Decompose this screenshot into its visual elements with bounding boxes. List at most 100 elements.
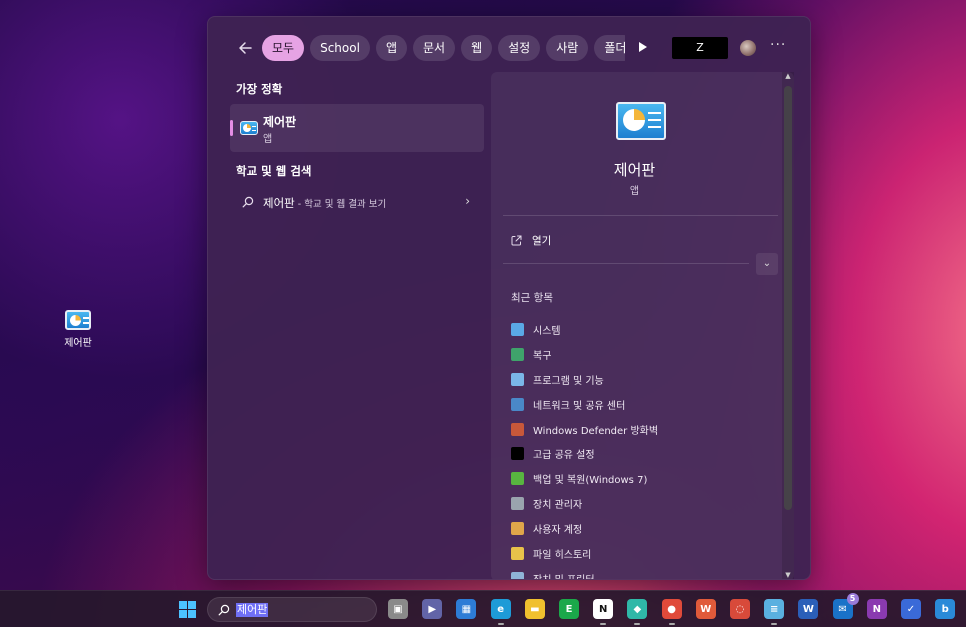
scrollbar[interactable]: ▲ ▼: [782, 72, 794, 579]
backup-icon: [511, 472, 524, 486]
printer-icon: [511, 571, 524, 579]
avatar[interactable]: [740, 40, 756, 56]
windows-start-icon[interactable]: [179, 601, 196, 618]
recovery-icon: [511, 347, 524, 361]
filter-chip-apps[interactable]: 앱: [375, 35, 407, 61]
scrollbar-thumb[interactable]: [784, 86, 792, 510]
taskbar-evernote-icon[interactable]: E: [559, 599, 579, 619]
open-external-icon: [511, 235, 522, 245]
search-icon: [218, 604, 230, 616]
taskbar-microsoft-store-icon[interactable]: ▦: [456, 599, 477, 619]
taskbar: 제어판 ▣ ▶ ▦ e ▬ E N ◆ ● W ◌ ≡ W ✉ 5 N ✓ b: [0, 590, 966, 627]
taskbar-wave-icon[interactable]: W: [695, 599, 716, 619]
taskbar-word-icon[interactable]: W: [798, 599, 819, 619]
control-panel-icon: [240, 121, 258, 135]
recent-item-label: 장치 및 프린터: [533, 571, 595, 579]
running-indicator: [634, 623, 641, 625]
search-panel: 모두 School 앱 문서 웹 설정 사람 폴더 사진 Z ··· 가장 정확…: [207, 16, 811, 580]
advanced-sharing-icon: [511, 447, 524, 461]
recent-item-device-manager[interactable]: 장치 관리자: [511, 491, 771, 516]
notification-badge: 5: [846, 593, 859, 605]
filter-chip-people[interactable]: 사람: [546, 35, 589, 61]
taskbar-search-value: 제어판: [236, 603, 269, 617]
search-icon: [242, 196, 254, 208]
recent-item-label: 복구: [533, 350, 552, 362]
desktop-control-panel-shortcut[interactable]: 제어판: [56, 310, 100, 349]
device-manager-icon: [511, 497, 524, 511]
filter-chip-settings[interactable]: 설정: [498, 35, 541, 61]
taskbar-notion-icon[interactable]: N: [593, 599, 614, 625]
recent-item-user-accounts[interactable]: 사용자 계정: [511, 516, 771, 541]
scroll-down-icon[interactable]: ▼: [782, 571, 794, 579]
web-search-heading: 학교 및 웹 검색: [236, 164, 312, 178]
best-match-title: 제어판: [263, 115, 297, 129]
taskbar-onenote-icon[interactable]: N: [866, 599, 887, 619]
recent-heading: 최근 항목: [511, 292, 553, 304]
account-indicator[interactable]: Z: [672, 37, 728, 59]
best-match-result[interactable]: 제어판 앱: [230, 104, 484, 152]
taskbar-edge-icon[interactable]: e: [490, 599, 511, 625]
taskbar-notepad-icon[interactable]: ≡: [764, 599, 785, 625]
recent-items-list: 시스템 복구 프로그램 및 기능 네트워크 및 공유 센터 Windows De…: [511, 317, 771, 579]
taskbar-vpn-icon[interactable]: ◆: [627, 599, 648, 625]
recent-item-label: 시스템: [533, 325, 561, 337]
best-match-heading: 가장 정확: [236, 82, 283, 96]
recent-item-recovery[interactable]: 복구: [511, 342, 771, 367]
recent-item-programs-features[interactable]: 프로그램 및 기능: [511, 367, 771, 392]
more-options-icon[interactable]: ···: [770, 37, 786, 53]
selection-accent: [230, 120, 233, 136]
taskbar-teams-icon[interactable]: ▶: [422, 599, 443, 619]
chevron-down-icon[interactable]: ⌄: [756, 253, 778, 275]
taskbar-file-explorer-icon[interactable]: ▬: [524, 599, 545, 619]
recent-item-label: 장치 관리자: [533, 500, 583, 512]
recent-item-label: 프로그램 및 기능: [533, 375, 604, 387]
taskbar-bing-icon[interactable]: b: [935, 599, 956, 619]
running-indicator: [600, 623, 607, 625]
web-search-result[interactable]: 제어판 - 학교 및 웹 결과 보기 ›: [230, 189, 484, 215]
more-filters-play-icon[interactable]: [638, 41, 648, 53]
running-indicator: [497, 623, 504, 625]
recent-item-devices-printers[interactable]: 장치 및 프린터: [511, 566, 771, 579]
recent-item-file-history[interactable]: 파일 히스토리: [511, 541, 771, 566]
control-panel-large-icon: [616, 102, 666, 140]
filter-chip-school[interactable]: School: [310, 35, 370, 61]
recent-item-label: 사용자 계정: [533, 525, 583, 537]
system-icon: [511, 322, 524, 336]
app-name: 제어판: [613, 161, 656, 179]
taskbar-outlook-icon[interactable]: ✉ 5: [832, 593, 859, 619]
web-search-query: 제어판: [263, 196, 295, 210]
recent-item-firewall[interactable]: Windows Defender 방화벽: [511, 417, 771, 442]
taskbar-task-view-icon[interactable]: ▣: [388, 599, 408, 619]
filter-chip-folders[interactable]: 폴더: [594, 35, 625, 61]
running-indicator: [668, 623, 675, 625]
recent-item-label: 네트워크 및 공유 센터: [533, 400, 626, 412]
filter-chip-documents[interactable]: 문서: [412, 35, 456, 61]
filter-chips: 모두 School 앱 문서 웹 설정 사람 폴더 사진: [262, 35, 625, 61]
user-accounts-icon: [511, 522, 524, 536]
filter-chip-all[interactable]: 모두: [262, 35, 305, 61]
open-label: 열기: [532, 234, 552, 247]
back-arrow-icon[interactable]: [236, 39, 254, 57]
firewall-icon: [511, 422, 524, 436]
filter-bar: 모두 School 앱 문서 웹 설정 사람 폴더 사진 Z ···: [208, 35, 810, 61]
filter-chip-web[interactable]: 웹: [461, 35, 493, 61]
taskbar-chrome-icon[interactable]: ●: [661, 599, 682, 625]
programs-icon: [511, 372, 524, 386]
web-search-text: 제어판 - 학교 및 웹 결과 보기: [263, 195, 386, 211]
web-search-suffix: - 학교 및 웹 결과 보기: [294, 199, 387, 210]
running-indicator: [771, 623, 778, 625]
chevron-right-icon: ›: [465, 194, 470, 208]
app-detail-pane: 제어판 앱 열기 ⌄ 최근 항목 시스템 복구 프로그램 및 기능 네트워크 및…: [491, 72, 794, 579]
taskbar-sync-icon[interactable]: ◌: [730, 599, 750, 619]
taskbar-todo-icon[interactable]: ✓: [901, 599, 921, 619]
recent-item-system[interactable]: 시스템: [511, 317, 771, 342]
recent-item-advanced-sharing[interactable]: 고급 공유 설정: [511, 441, 771, 466]
recent-item-label: 백업 및 복원(Windows 7): [533, 475, 648, 487]
taskbar-search-box[interactable]: 제어판: [207, 597, 377, 622]
recent-item-network-sharing[interactable]: 네트워크 및 공유 센터: [511, 392, 771, 417]
open-action[interactable]: 열기: [511, 232, 551, 248]
recent-item-backup-restore[interactable]: 백업 및 복원(Windows 7): [511, 466, 771, 491]
file-history-icon: [511, 546, 524, 560]
scroll-up-icon[interactable]: ▲: [782, 72, 794, 80]
divider: [503, 263, 749, 264]
